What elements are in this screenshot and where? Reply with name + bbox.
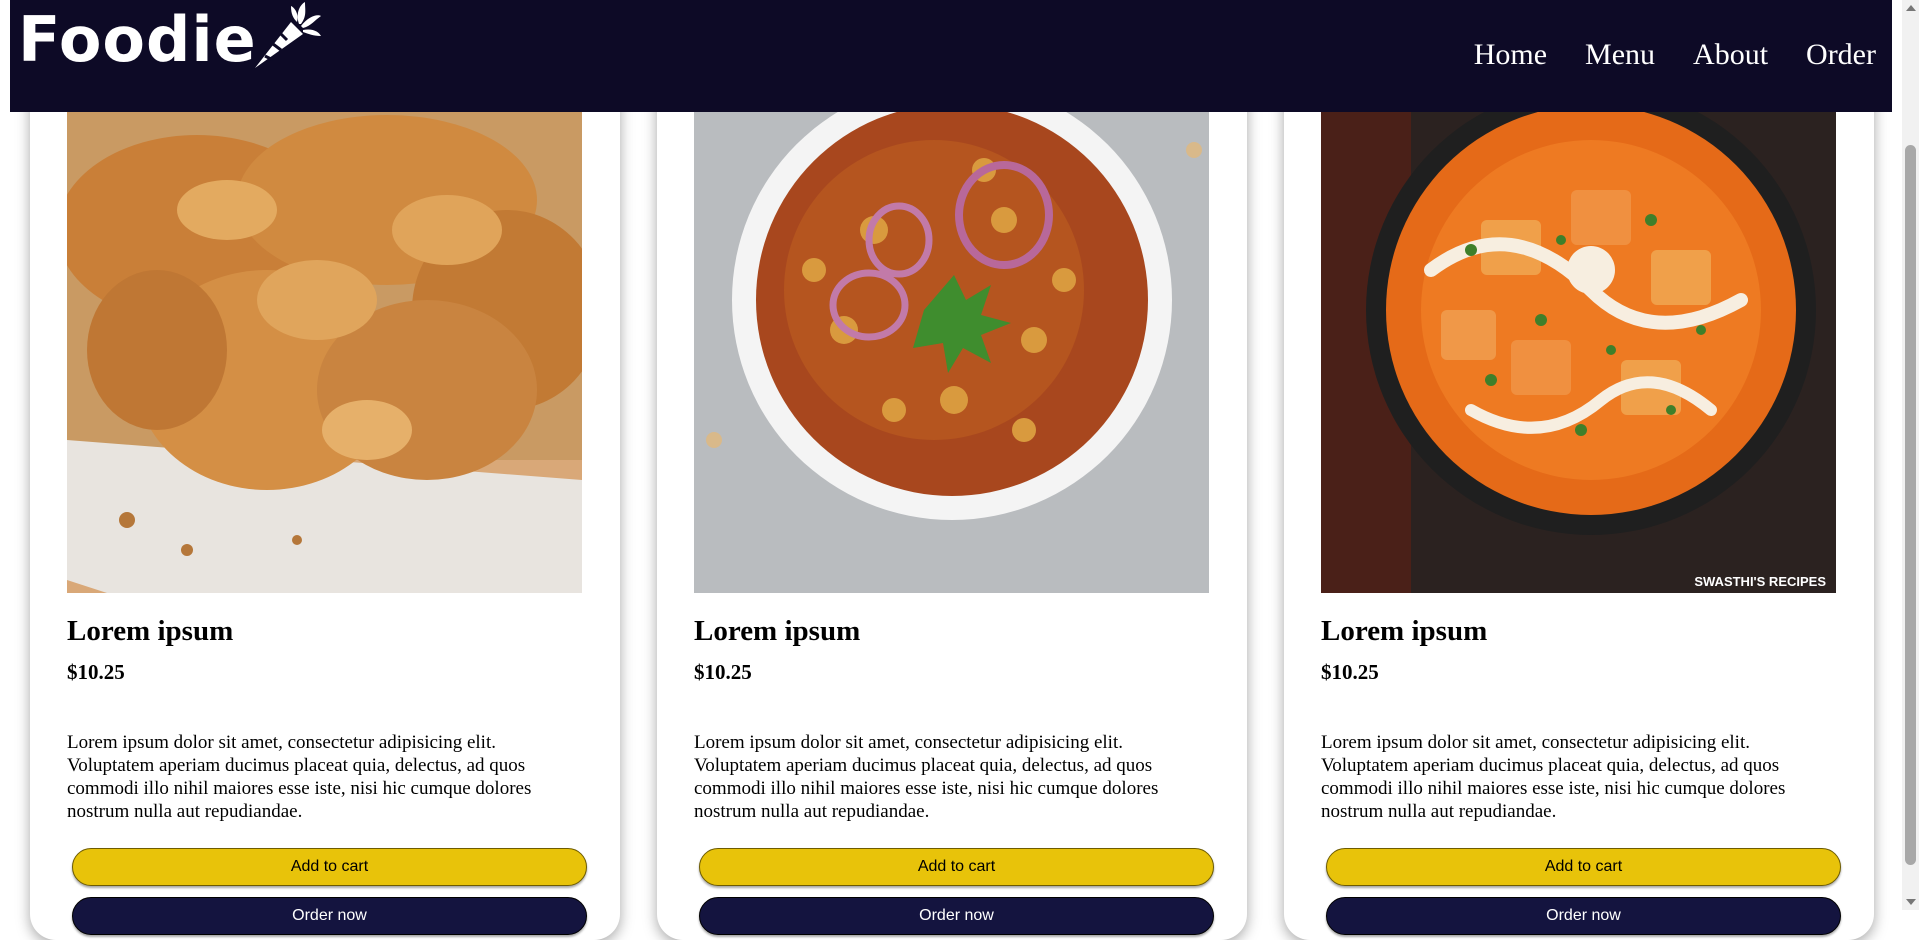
chickpea-curry-image xyxy=(694,110,1209,593)
nav-home-link[interactable]: Home xyxy=(1474,38,1547,72)
nav-menu: Home Menu About Order xyxy=(1474,38,1876,72)
card-title: Lorem ipsum xyxy=(1321,615,1488,647)
nav-menu-link[interactable]: Menu xyxy=(1585,38,1655,72)
menu-card-3: SWASTHI'S RECIPES Lorem ipsum $10.25 Lor… xyxy=(1284,60,1874,940)
fried-chicken-image xyxy=(67,110,582,593)
scrollbar-thumb[interactable] xyxy=(1905,145,1916,865)
order-now-button[interactable]: Order now xyxy=(1326,897,1841,935)
card-price: $10.25 xyxy=(694,660,752,684)
add-to-cart-button[interactable]: Add to cart xyxy=(699,848,1214,886)
card-description: Lorem ipsum dolor sit amet, consectetur … xyxy=(694,732,1159,822)
card-price: $10.25 xyxy=(67,660,125,684)
add-to-cart-button[interactable]: Add to cart xyxy=(72,848,587,886)
brand-logo[interactable]: Foodie xyxy=(18,2,323,76)
card-price: $10.25 xyxy=(1321,660,1379,684)
nav-about-link[interactable]: About xyxy=(1693,38,1768,72)
card-description: Lorem ipsum dolor sit amet, consectetur … xyxy=(1321,732,1786,822)
order-now-button[interactable]: Order now xyxy=(699,897,1214,935)
nav-order-link[interactable]: Order xyxy=(1806,38,1876,72)
carrot-icon xyxy=(254,2,321,68)
card-title: Lorem ipsum xyxy=(694,615,861,647)
order-now-button[interactable]: Order now xyxy=(72,897,587,935)
scroll-down-icon[interactable] xyxy=(1906,899,1916,905)
vertical-scrollbar[interactable] xyxy=(1902,0,1919,910)
card-title: Lorem ipsum xyxy=(67,615,234,647)
menu-card-2: Lorem ipsum $10.25 Lorem ipsum dolor sit… xyxy=(657,60,1247,940)
paneer-curry-image: SWASTHI'S RECIPES xyxy=(1321,110,1836,593)
navbar: Foodie Home Menu About Order xyxy=(10,0,1892,112)
brand-name: Foodie xyxy=(18,3,257,76)
menu-card-1: Lorem ipsum $10.25 Lorem ipsum dolor sit… xyxy=(30,60,620,940)
card-description: Lorem ipsum dolor sit amet, consectetur … xyxy=(67,732,532,822)
scroll-up-icon[interactable] xyxy=(1906,5,1916,11)
add-to-cart-button[interactable]: Add to cart xyxy=(1326,848,1841,886)
image-watermark: SWASTHI'S RECIPES xyxy=(1694,574,1826,589)
